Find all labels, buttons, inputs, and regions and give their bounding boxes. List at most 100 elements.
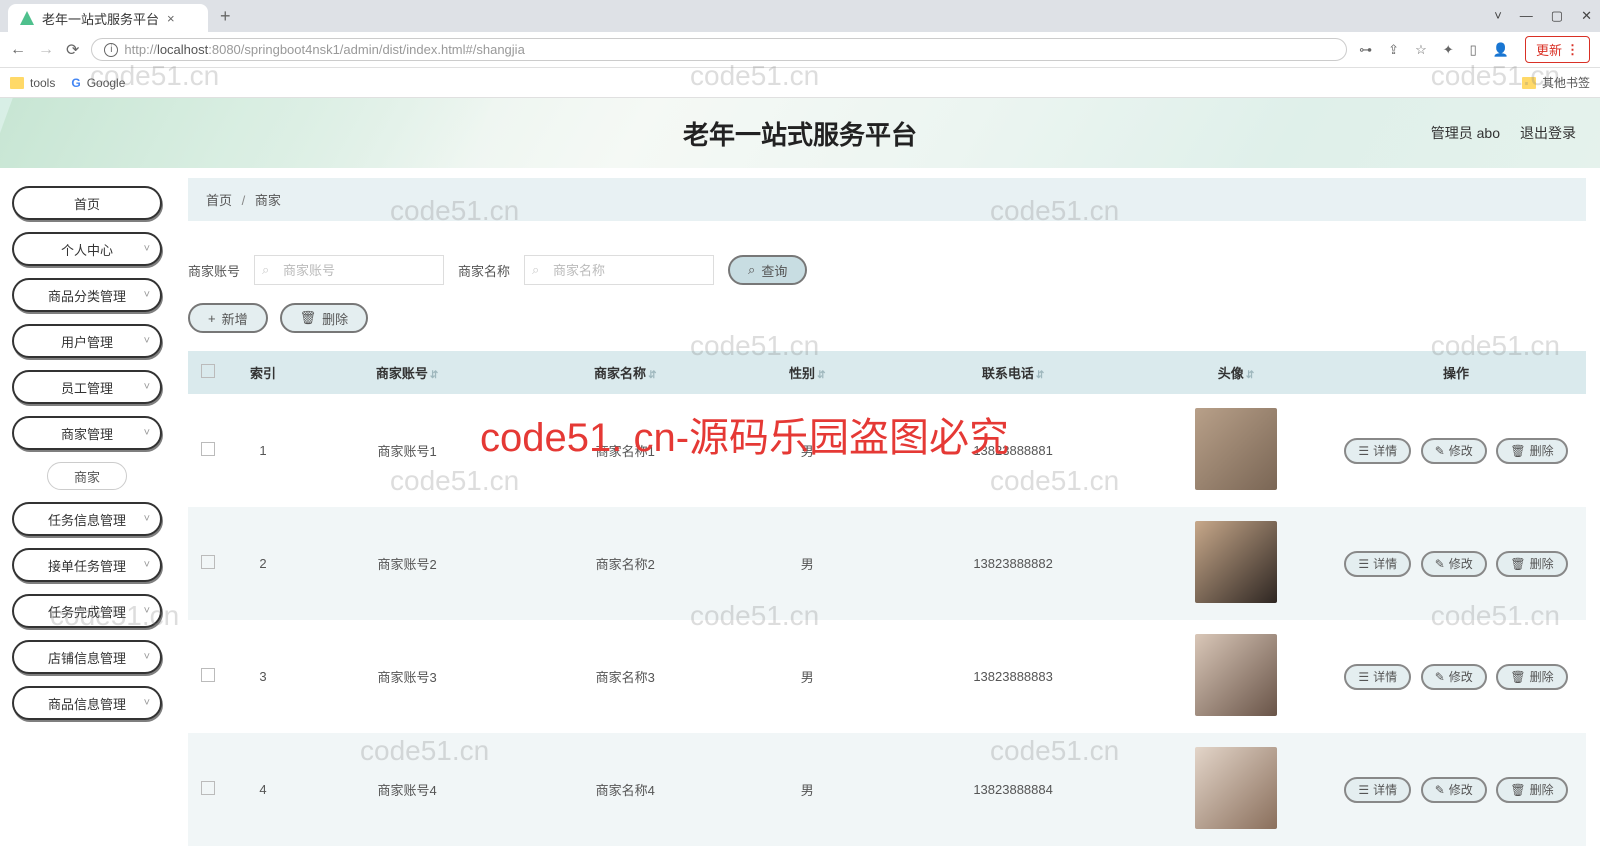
key-icon[interactable]: ⊶ xyxy=(1359,42,1372,58)
avatar xyxy=(1195,521,1277,603)
detail-button[interactable]: ☰ 详情 xyxy=(1344,438,1411,464)
edit-button[interactable]: ✎ 修改 xyxy=(1421,438,1487,464)
breadcrumb-home[interactable]: 首页 xyxy=(206,193,232,208)
sidebar-item-staff[interactable]: 员工管理˅ xyxy=(12,370,162,404)
add-button[interactable]: +新增 xyxy=(188,303,268,333)
avatar xyxy=(1195,408,1277,490)
cell-gender: 男 xyxy=(734,620,880,733)
logout-link[interactable]: 退出登录 xyxy=(1520,123,1576,143)
filter-name-input[interactable] xyxy=(524,255,714,285)
col-phone: 联系电话⇵ xyxy=(880,351,1146,394)
edit-button[interactable]: ✎ 修改 xyxy=(1421,777,1487,803)
cell-gender: 男 xyxy=(734,733,880,846)
edit-button[interactable]: ✎ 修改 xyxy=(1421,551,1487,577)
plus-icon: + xyxy=(208,311,216,326)
share-icon[interactable]: ⇪ xyxy=(1388,42,1399,58)
avatar xyxy=(1195,747,1277,829)
sort-icon[interactable]: ⇵ xyxy=(1246,370,1254,381)
search-icon: ⌕ xyxy=(748,262,755,278)
vue-icon xyxy=(20,11,34,25)
toolbar: +新增 🗑删除 xyxy=(188,295,1586,351)
folder-icon xyxy=(1522,77,1536,89)
sort-icon[interactable]: ⇵ xyxy=(1036,370,1044,381)
data-table: 索引 商家账号⇵ 商家名称⇵ 性别⇵ 联系电话⇵ 头像⇵ 操作 1 商家账号1 … xyxy=(188,351,1586,846)
app-title: 老年一站式服务平台 xyxy=(683,115,917,152)
sidebar-subitem-merchant[interactable]: 商家 xyxy=(47,462,127,490)
search-button[interactable]: ⌕查询 xyxy=(728,255,807,285)
star-icon[interactable]: ☆ xyxy=(1415,42,1427,58)
back-icon[interactable]: ← xyxy=(10,41,26,59)
reload-icon[interactable]: ⟳ xyxy=(66,40,79,60)
delete-button[interactable]: 🗑删除 xyxy=(280,303,369,333)
panel-icon[interactable]: ▯ xyxy=(1470,42,1477,58)
edit-button[interactable]: ✎ 修改 xyxy=(1421,664,1487,690)
row-checkbox[interactable] xyxy=(201,442,215,456)
minimize-icon[interactable]: — xyxy=(1520,8,1533,24)
sidebar-item-product-info[interactable]: 商品信息管理˅ xyxy=(12,686,162,720)
edit-icon: ✎ xyxy=(1435,783,1445,797)
sort-icon[interactable]: ⇵ xyxy=(817,370,825,381)
cell-account: 商家账号4 xyxy=(298,733,516,846)
cell-phone: 13823888884 xyxy=(880,733,1146,846)
sidebar-item-users[interactable]: 用户管理˅ xyxy=(12,324,162,358)
table-row: 4 商家账号4 商家名称4 男 13823888884 ☰ 详情 ✎ 修改 🗑 … xyxy=(188,733,1586,846)
update-button[interactable]: 更新 ⋮ xyxy=(1525,36,1590,63)
sidebar-item-accept-task[interactable]: 接单任务管理˅ xyxy=(12,548,162,582)
select-all-checkbox[interactable] xyxy=(201,364,215,378)
browser-tab[interactable]: 老年一站式服务平台 × xyxy=(8,4,208,32)
edit-icon: ✎ xyxy=(1435,557,1445,571)
sidebar-item-product-category[interactable]: 商品分类管理˅ xyxy=(12,278,162,312)
sidebar-item-profile[interactable]: 个人中心˅ xyxy=(12,232,162,266)
cell-index: 4 xyxy=(228,733,298,846)
breadcrumb-current: 商家 xyxy=(255,193,281,208)
bookmark-google[interactable]: GGoogle xyxy=(71,76,125,90)
row-delete-button[interactable]: 🗑 删除 xyxy=(1496,664,1567,690)
list-icon: ☰ xyxy=(1358,557,1369,571)
row-delete-button[interactable]: 🗑 删除 xyxy=(1496,551,1567,577)
chevron-down-icon: ˅ xyxy=(144,697,150,709)
row-delete-button[interactable]: 🗑 删除 xyxy=(1496,777,1567,803)
col-account: 商家账号⇵ xyxy=(298,351,516,394)
row-checkbox[interactable] xyxy=(201,555,215,569)
site-info-icon[interactable]: i xyxy=(104,43,118,57)
cell-phone: 13823888882 xyxy=(880,507,1146,620)
cell-phone: 13823888883 xyxy=(880,620,1146,733)
row-delete-button[interactable]: 🗑 删除 xyxy=(1496,438,1567,464)
filter-account-input[interactable] xyxy=(254,255,444,285)
detail-button[interactable]: ☰ 详情 xyxy=(1344,664,1411,690)
row-checkbox[interactable] xyxy=(201,668,215,682)
cell-gender: 男 xyxy=(734,507,880,620)
close-icon[interactable]: × xyxy=(167,11,175,26)
bookmark-tools[interactable]: tools xyxy=(10,76,55,90)
list-icon: ☰ xyxy=(1358,444,1369,458)
close-window-icon[interactable]: ✕ xyxy=(1581,8,1592,24)
new-tab-button[interactable]: + xyxy=(220,6,231,27)
sort-icon[interactable]: ⇵ xyxy=(430,370,438,381)
cell-index: 3 xyxy=(228,620,298,733)
chevron-down-icon: ˅ xyxy=(144,513,150,525)
admin-label[interactable]: 管理员 abo xyxy=(1431,123,1500,143)
detail-button[interactable]: ☰ 详情 xyxy=(1344,551,1411,577)
chevron-down-icon: ˅ xyxy=(144,289,150,301)
row-checkbox[interactable] xyxy=(201,781,215,795)
extensions-icon[interactable]: ✦ xyxy=(1443,42,1454,58)
bookmark-other[interactable]: 其他书签 xyxy=(1522,74,1590,91)
detail-button[interactable]: ☰ 详情 xyxy=(1344,777,1411,803)
sidebar-item-task-done[interactable]: 任务完成管理˅ xyxy=(12,594,162,628)
cell-name: 商家名称4 xyxy=(516,733,734,846)
col-ops: 操作 xyxy=(1326,351,1586,394)
profile-icon[interactable]: 👤 xyxy=(1493,42,1509,58)
col-index: 索引 xyxy=(228,351,298,394)
url-input[interactable]: i http://localhost:8080/springboot4nsk1/… xyxy=(91,38,1347,61)
filter-bar: 商家账号 ⌕ 商家名称 ⌕ ⌕查询 xyxy=(188,221,1586,295)
sidebar-item-home[interactable]: 首页 xyxy=(12,186,162,220)
sidebar-item-merchant[interactable]: 商家管理˅ xyxy=(12,416,162,450)
trash-icon: 🗑 xyxy=(1510,783,1525,797)
filter-account-label: 商家账号 xyxy=(188,261,240,280)
avatar xyxy=(1195,634,1277,716)
sidebar-item-shop-info[interactable]: 店铺信息管理˅ xyxy=(12,640,162,674)
sort-icon[interactable]: ⇵ xyxy=(648,370,656,381)
maximize-icon[interactable]: ▢ xyxy=(1551,8,1563,24)
dropdown-icon[interactable]: ˅ xyxy=(1494,8,1502,24)
sidebar-item-task-info[interactable]: 任务信息管理˅ xyxy=(12,502,162,536)
